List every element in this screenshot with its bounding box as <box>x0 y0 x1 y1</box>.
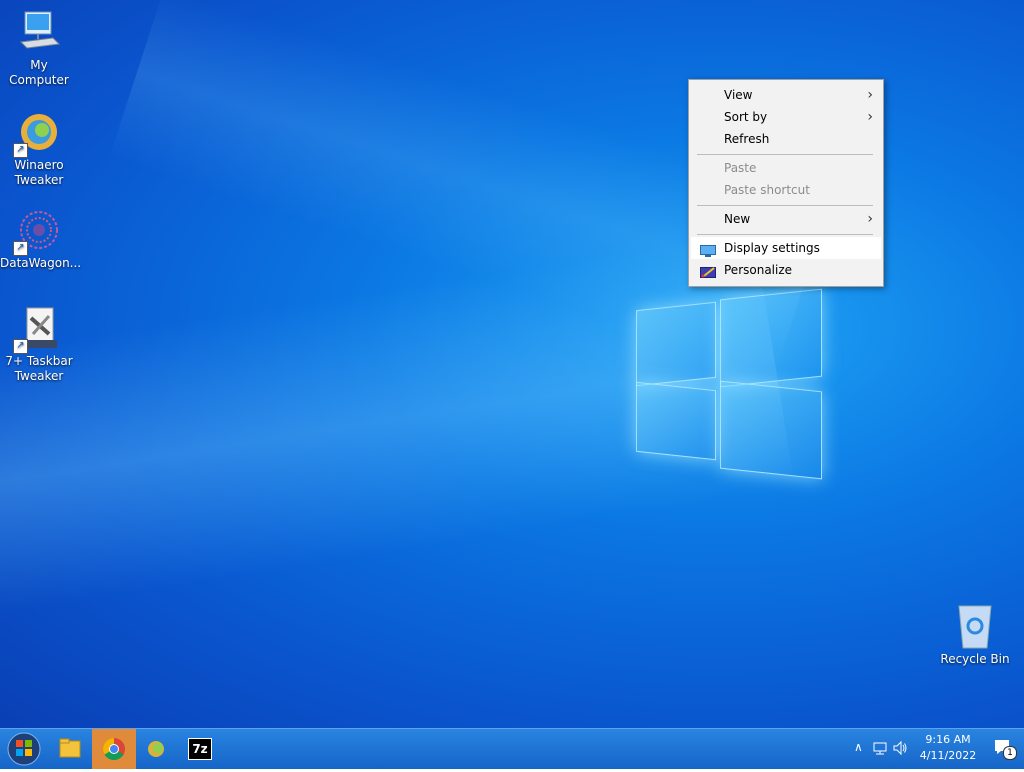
menu-item-paste-shortcut[interactable]: Paste shortcut <box>691 179 881 201</box>
menu-item-refresh[interactable]: Refresh <box>691 128 881 150</box>
taskbar-app-winaero-tweaker[interactable] <box>136 729 180 769</box>
menu-separator <box>697 205 873 206</box>
taskbar-app-7zip[interactable]: 7z <box>178 729 222 769</box>
menu-item-sort-by[interactable]: Sort by › <box>691 106 881 128</box>
taskbar-tweaker-icon: ↗ <box>13 304 63 354</box>
desktop-icon-7plus-taskbar-tweaker[interactable]: ↗ 7+ Taskbar Tweaker <box>0 304 78 384</box>
start-button[interactable] <box>2 729 46 769</box>
datawagon-icon: ↗ <box>13 206 63 256</box>
menu-item-paste[interactable]: Paste <box>691 157 881 179</box>
personalize-icon <box>700 264 716 278</box>
desktop[interactable]: My Computer ↗ Winaero Tweaker ↗ DataWago… <box>0 0 1024 728</box>
computer-icon <box>15 8 63 56</box>
monitor-icon <box>700 242 716 257</box>
clock-date: 4/11/2022 <box>919 749 977 762</box>
desktop-icon-winaero-tweaker[interactable]: ↗ Winaero Tweaker <box>0 108 78 188</box>
menu-item-personalize[interactable]: Personalize <box>691 259 881 281</box>
chevron-right-icon: › <box>867 87 873 103</box>
shortcut-arrow-icon: ↗ <box>13 339 28 354</box>
desktop-icon-datawagon[interactable]: ↗ DataWagon... <box>0 206 81 271</box>
chevron-right-icon: › <box>867 109 873 125</box>
menu-separator <box>697 154 873 155</box>
start-orb-icon <box>7 732 41 766</box>
system-tray: ∧ 9:16 AM 4/11/2022 1 <box>834 729 1024 769</box>
taskbar-app-file-explorer[interactable] <box>48 729 92 769</box>
chevron-up-icon[interactable]: ∧ <box>854 740 863 754</box>
menu-item-display-settings[interactable]: Display settings <box>691 237 881 259</box>
chrome-icon <box>103 738 125 760</box>
menu-item-view[interactable]: View › <box>691 84 881 106</box>
volume-icon[interactable] <box>892 740 908 759</box>
network-icon[interactable] <box>872 740 888 759</box>
winaero-tweaker-icon: ↗ <box>13 108 63 158</box>
recycle-bin-icon <box>951 602 999 650</box>
winaero-tweaker-icon <box>148 741 164 757</box>
action-center-icon[interactable]: 1 <box>994 739 1017 760</box>
clock[interactable]: 9:16 AM 4/11/2022 <box>912 732 984 764</box>
clock-time: 9:16 AM <box>925 733 971 746</box>
menu-item-new[interactable]: New › <box>691 208 881 230</box>
taskbar-app-chrome[interactable] <box>92 729 136 769</box>
taskbar: 7z ∧ 9:16 AM 4/11/2022 1 <box>0 728 1024 769</box>
chevron-right-icon: › <box>867 211 873 227</box>
menu-separator <box>697 234 873 235</box>
windows-logo-wallpaper <box>636 288 822 480</box>
desktop-icon-recycle-bin[interactable]: Recycle Bin <box>936 602 1014 667</box>
shortcut-arrow-icon: ↗ <box>13 241 28 256</box>
file-explorer-icon <box>59 738 81 758</box>
desktop-context-menu: View › Sort by › Refresh Paste Paste sho… <box>688 79 884 287</box>
notification-badge: 1 <box>1003 746 1017 760</box>
shortcut-arrow-icon: ↗ <box>13 143 28 158</box>
7zip-icon: 7z <box>188 738 212 760</box>
desktop-icon-my-computer[interactable]: My Computer <box>0 8 78 88</box>
